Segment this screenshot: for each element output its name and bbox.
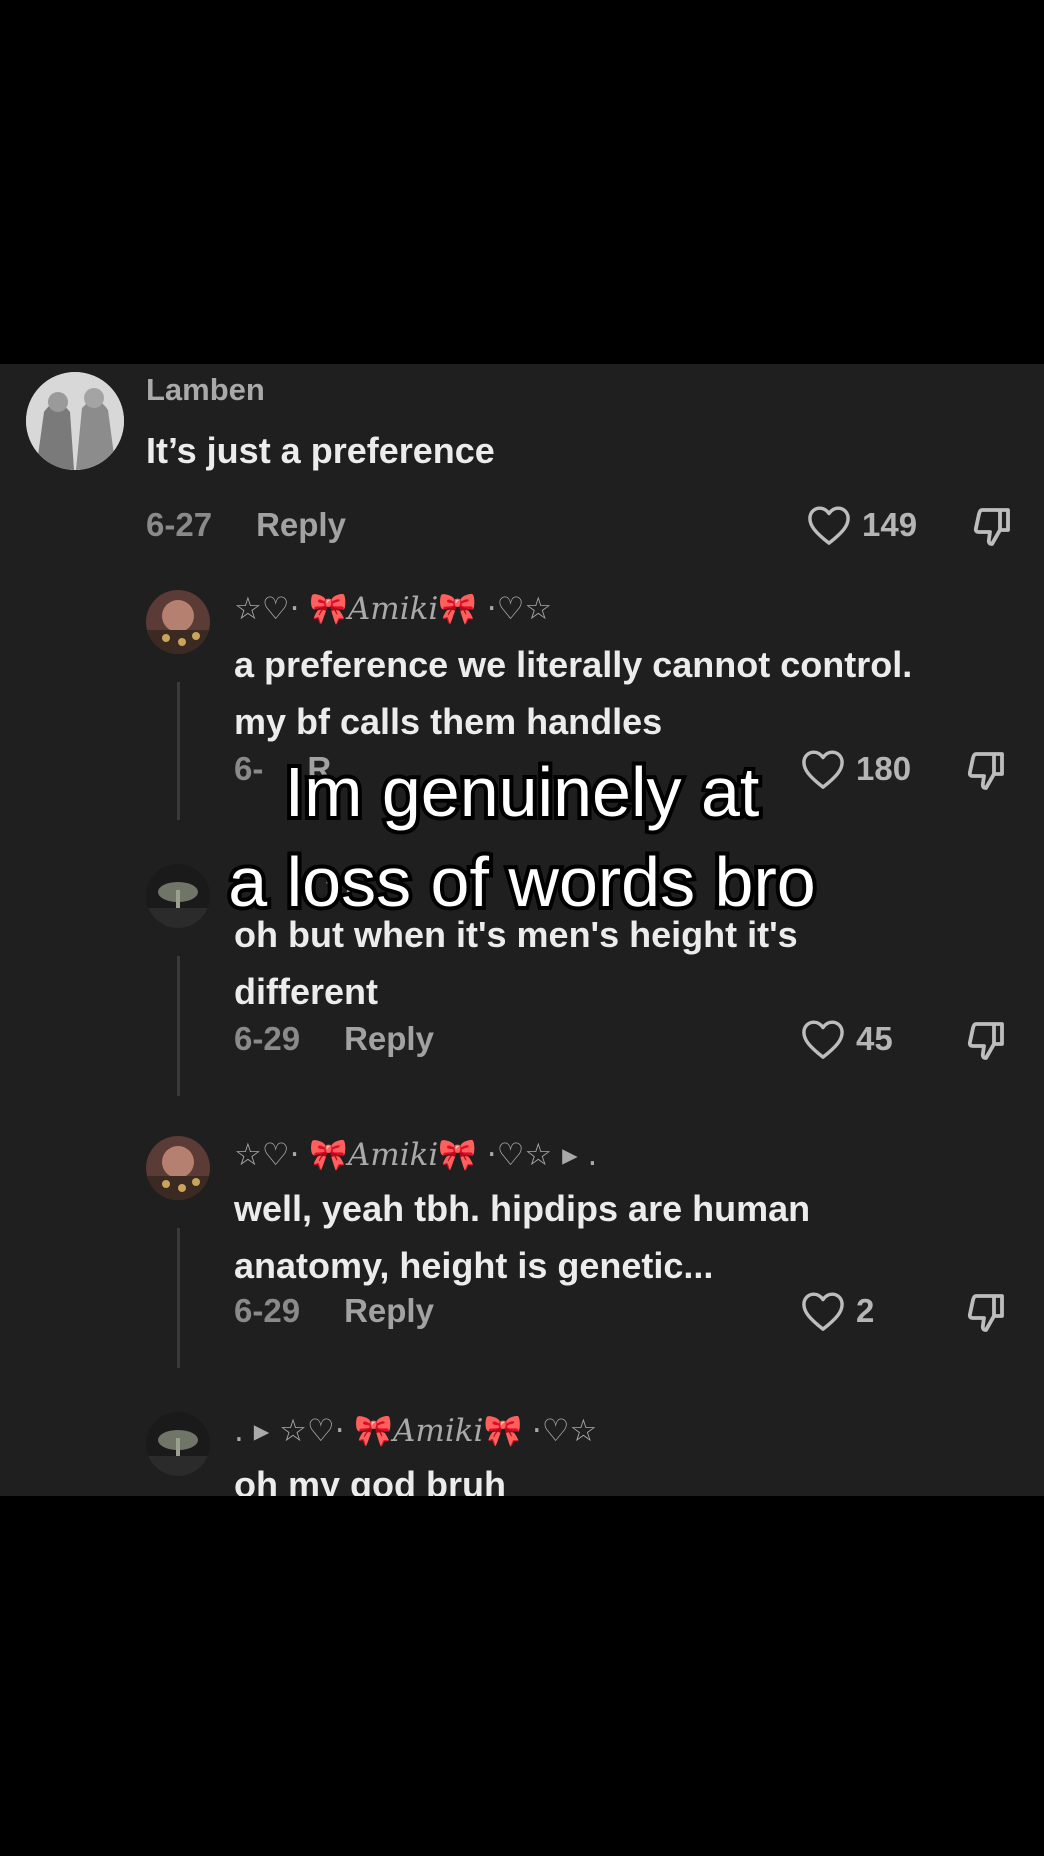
comment-meta: 6-27 Reply <box>146 506 346 544</box>
bow-icon: 🎀 <box>309 1137 348 1173</box>
avatar-image <box>26 372 124 470</box>
comment-text-line: oh my god bruh <box>234 1464 506 1496</box>
caption-line: a loss of words bro <box>224 839 819 925</box>
comment-username[interactable]: Lamben <box>146 372 265 408</box>
comment-text-line: different <box>234 971 378 1012</box>
like-button[interactable]: 45 <box>800 1018 893 1060</box>
comments-panel: Lamben It’s just a preference 6-27 Reply … <box>0 364 1044 1496</box>
avatar[interactable] <box>146 1136 210 1200</box>
comment-text: a preference we literally cannot control… <box>234 636 912 750</box>
heart-outline-icon <box>802 1292 844 1331</box>
bow-icon: 🎀 <box>483 1413 523 1449</box>
comment-username[interactable]: ☆♡· 🎀Amiki🎀 ·♡☆ ▸ . <box>234 1136 597 1173</box>
avatar-image <box>146 1412 210 1476</box>
avatar-image <box>146 1136 210 1200</box>
comment-text-line: It’s just a preference <box>146 430 495 471</box>
comment-text: oh but when it's men's height it's diffe… <box>234 906 798 1020</box>
avatar-image <box>146 590 210 654</box>
like-count: 149 <box>862 506 918 543</box>
comment-meta: 6-29 Reply <box>234 1020 434 1058</box>
comment-text-line: anatomy, height is genetic... <box>234 1245 714 1286</box>
like-button[interactable]: 2 <box>800 1290 874 1332</box>
bow-icon: 🎀 <box>438 591 477 627</box>
bow-icon: 🎀 <box>438 1137 477 1173</box>
thumbs-down-outline-icon[interactable] <box>962 1016 1010 1064</box>
heart-outline-icon <box>802 1020 844 1059</box>
bow-icon: 🎀 <box>309 591 348 627</box>
thread-line <box>177 1228 180 1368</box>
comment-text-line: my bf calls them handles <box>234 701 663 742</box>
reply-button[interactable]: Reply <box>256 506 346 543</box>
thumbs-down-outline-icon[interactable] <box>968 502 1016 550</box>
like-count: 2 <box>856 1292 875 1329</box>
avatar[interactable] <box>26 372 124 470</box>
thumbs-down-outline-icon[interactable] <box>962 1288 1010 1336</box>
comment-text-line: a preference we literally cannot control… <box>234 644 913 685</box>
comment-username[interactable]: ☆♡· 🎀Amiki🎀 ·♡☆ <box>234 590 552 627</box>
comment-date: 6-29 <box>234 1020 301 1057</box>
comment-text: well, yeah tbh. hipdips are human anatom… <box>234 1180 810 1294</box>
comment-date: 6-29 <box>234 1292 301 1329</box>
comment-date: 6-27 <box>146 506 213 543</box>
comment-username[interactable]: . ▸ ☆♡· 🎀Amiki🎀 ·♡☆ <box>234 1412 597 1449</box>
comment-meta: 6-29 Reply <box>234 1292 434 1330</box>
reply-button[interactable]: Reply <box>344 1020 434 1057</box>
like-count: 45 <box>856 1020 893 1057</box>
caption-line: Im genuinely at <box>281 749 764 835</box>
avatar[interactable] <box>146 590 210 654</box>
like-button[interactable]: 149 <box>806 504 917 546</box>
bow-icon: 🎀 <box>354 1413 394 1449</box>
avatar[interactable] <box>146 1412 210 1476</box>
comment-text-line: well, yeah tbh. hipdips are human <box>234 1188 811 1229</box>
heart-outline-icon <box>808 506 850 545</box>
comment-text: oh my god bruh <box>234 1456 506 1496</box>
thread-line <box>177 956 180 1096</box>
comment-text: It’s just a preference <box>146 422 495 479</box>
reply-button[interactable]: Reply <box>344 1292 434 1329</box>
